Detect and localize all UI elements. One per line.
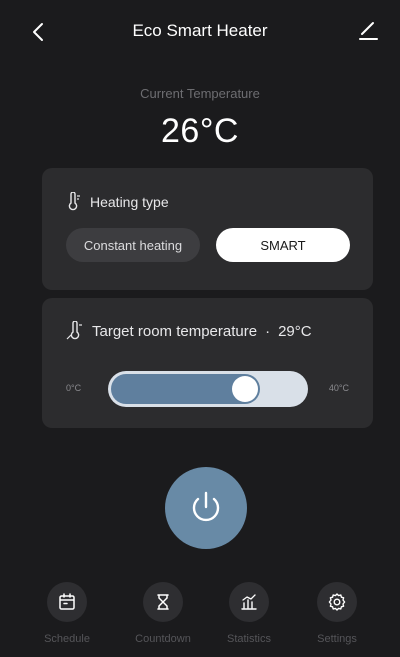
slider-min-label: 0°C (66, 383, 82, 393)
edit-button[interactable] (354, 16, 382, 44)
nav-countdown-circle (143, 582, 183, 622)
target-temperature-title: Target room temperature (92, 322, 258, 340)
target-temperature-slider[interactable] (108, 371, 308, 407)
page-title: Eco Smart Heater (132, 21, 268, 40)
heating-type-title: Heating type (90, 194, 169, 210)
heating-type-header: Heating type (66, 192, 169, 212)
nav-settings-label: Settings (317, 633, 357, 645)
hourglass-icon (157, 594, 169, 610)
nav-statistics-circle (229, 582, 269, 622)
header: Eco Smart Heater (0, 0, 400, 62)
current-temperature-value: 26°C (161, 112, 239, 150)
nav-settings-circle (317, 582, 357, 622)
calendar-icon (59, 593, 75, 610)
thermometer-icon (66, 321, 82, 340)
constant-heating-button[interactable]: Constant heating (66, 228, 200, 262)
nav-statistics[interactable]: Statistics (209, 582, 289, 650)
slider-max-label: 40°C (328, 383, 349, 393)
heater-screen: Eco Smart Heater Current Temperature 26°… (0, 0, 400, 657)
nav-countdown-label: Countdown (135, 633, 191, 645)
smart-heating-button[interactable]: SMART (216, 228, 350, 262)
target-temperature-card: Target room temperature · 29°C 0°C 40°C (42, 298, 373, 428)
thermometer-icon (68, 192, 80, 211)
nav-schedule-circle (47, 582, 87, 622)
power-button[interactable] (165, 467, 247, 549)
nav-settings[interactable]: Settings (297, 582, 377, 650)
target-temperature-separator: · (265, 322, 271, 340)
nav-countdown[interactable]: Countdown (123, 582, 203, 650)
power-icon (192, 491, 220, 522)
current-temperature-label: Current Temperature (140, 86, 260, 101)
slider-thumb[interactable] (231, 376, 258, 402)
target-temperature-header: Target room temperature · 29°C (66, 321, 312, 341)
nav-schedule-label: Schedule (44, 633, 90, 645)
gear-icon (328, 593, 346, 611)
target-temperature-value: 29°C (278, 322, 312, 340)
chart-icon (241, 594, 257, 610)
heating-type-card: Heating type Constant heating SMART (42, 168, 373, 290)
nav-statistics-label: Statistics (226, 633, 271, 645)
nav-schedule[interactable]: Schedule (27, 582, 107, 650)
pencil-icon (359, 22, 378, 40)
